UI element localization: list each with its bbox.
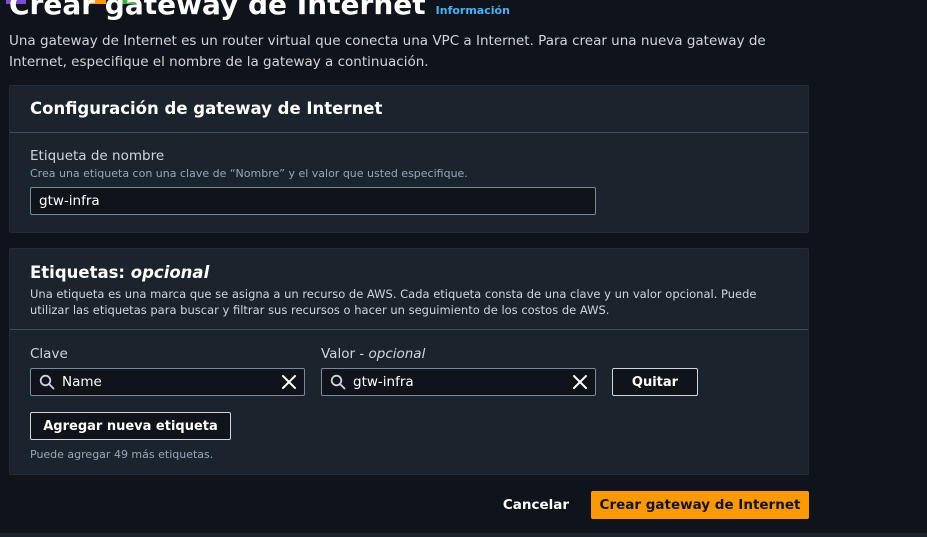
add-tag-button[interactable]: Agregar nueva etiqueta (30, 412, 231, 440)
tag-value-text: gtw-infra (353, 374, 414, 390)
panel-body: Etiqueta de nombre Crea una etiqueta con… (10, 133, 808, 231)
cancel-button[interactable]: Cancelar (503, 497, 569, 513)
panel-header: Configuración de gateway de Internet (10, 86, 808, 133)
remove-tag-button[interactable]: Quitar (612, 368, 698, 396)
tag-value-label: Valor - opcional (321, 345, 596, 363)
panel-title: Configuración de gateway de Internet (30, 99, 383, 118)
close-icon[interactable] (572, 374, 588, 390)
info-link[interactable]: Información (436, 4, 510, 17)
tag-key-value: Name (62, 374, 102, 390)
tag-value-input[interactable]: gtw-infra (321, 368, 596, 396)
tag-value-column: Valor - opcional gtw-infra (321, 345, 596, 396)
panel-title: Etiquetas: opcional (30, 260, 788, 286)
search-icon (330, 374, 346, 390)
remaining-tags-hint: Puede agregar 49 más etiquetas. (30, 448, 214, 461)
bottom-divider (0, 533, 927, 537)
gateway-settings-panel: Configuración de gateway de Internet Eti… (9, 85, 809, 233)
tag-value-label-text: Valor - (321, 346, 365, 362)
page-title: Crear gateway de Internet (9, 0, 426, 21)
form-actions: Cancelar Crear gateway de Internet (503, 491, 809, 519)
tag-key-column: Clave Name (30, 345, 305, 396)
page-description: Una gateway de Internet es un router vir… (9, 33, 766, 70)
panel-body: Clave Name Valor - opcional gtw-infra Qu… (10, 330, 808, 479)
close-icon[interactable] (281, 374, 297, 390)
create-gateway-button[interactable]: Crear gateway de Internet (591, 491, 809, 519)
tag-key-input[interactable]: Name (30, 368, 305, 396)
name-tag-hint: Crea una etiqueta con una clave de “Nomb… (30, 167, 468, 180)
panel-title-text: Etiquetas: (30, 263, 126, 282)
panel-description: Una etiqueta es una marca que se asigna … (30, 287, 757, 317)
tag-row: Clave Name Valor - opcional gtw-infra Qu… (30, 345, 788, 396)
page-header: Crear gateway de Internet Información (9, 0, 510, 23)
panel-title-optional: opcional (130, 263, 210, 282)
tag-value-label-optional: opcional (368, 346, 426, 362)
search-icon (39, 374, 55, 390)
tags-panel: Etiquetas: opcional Una etiqueta es una … (9, 248, 809, 475)
panel-header: Etiquetas: opcional Una etiqueta es una … (10, 249, 808, 330)
name-tag-input[interactable] (30, 187, 596, 215)
name-tag-label: Etiqueta de nombre (30, 148, 165, 164)
tag-key-label: Clave (30, 346, 68, 362)
